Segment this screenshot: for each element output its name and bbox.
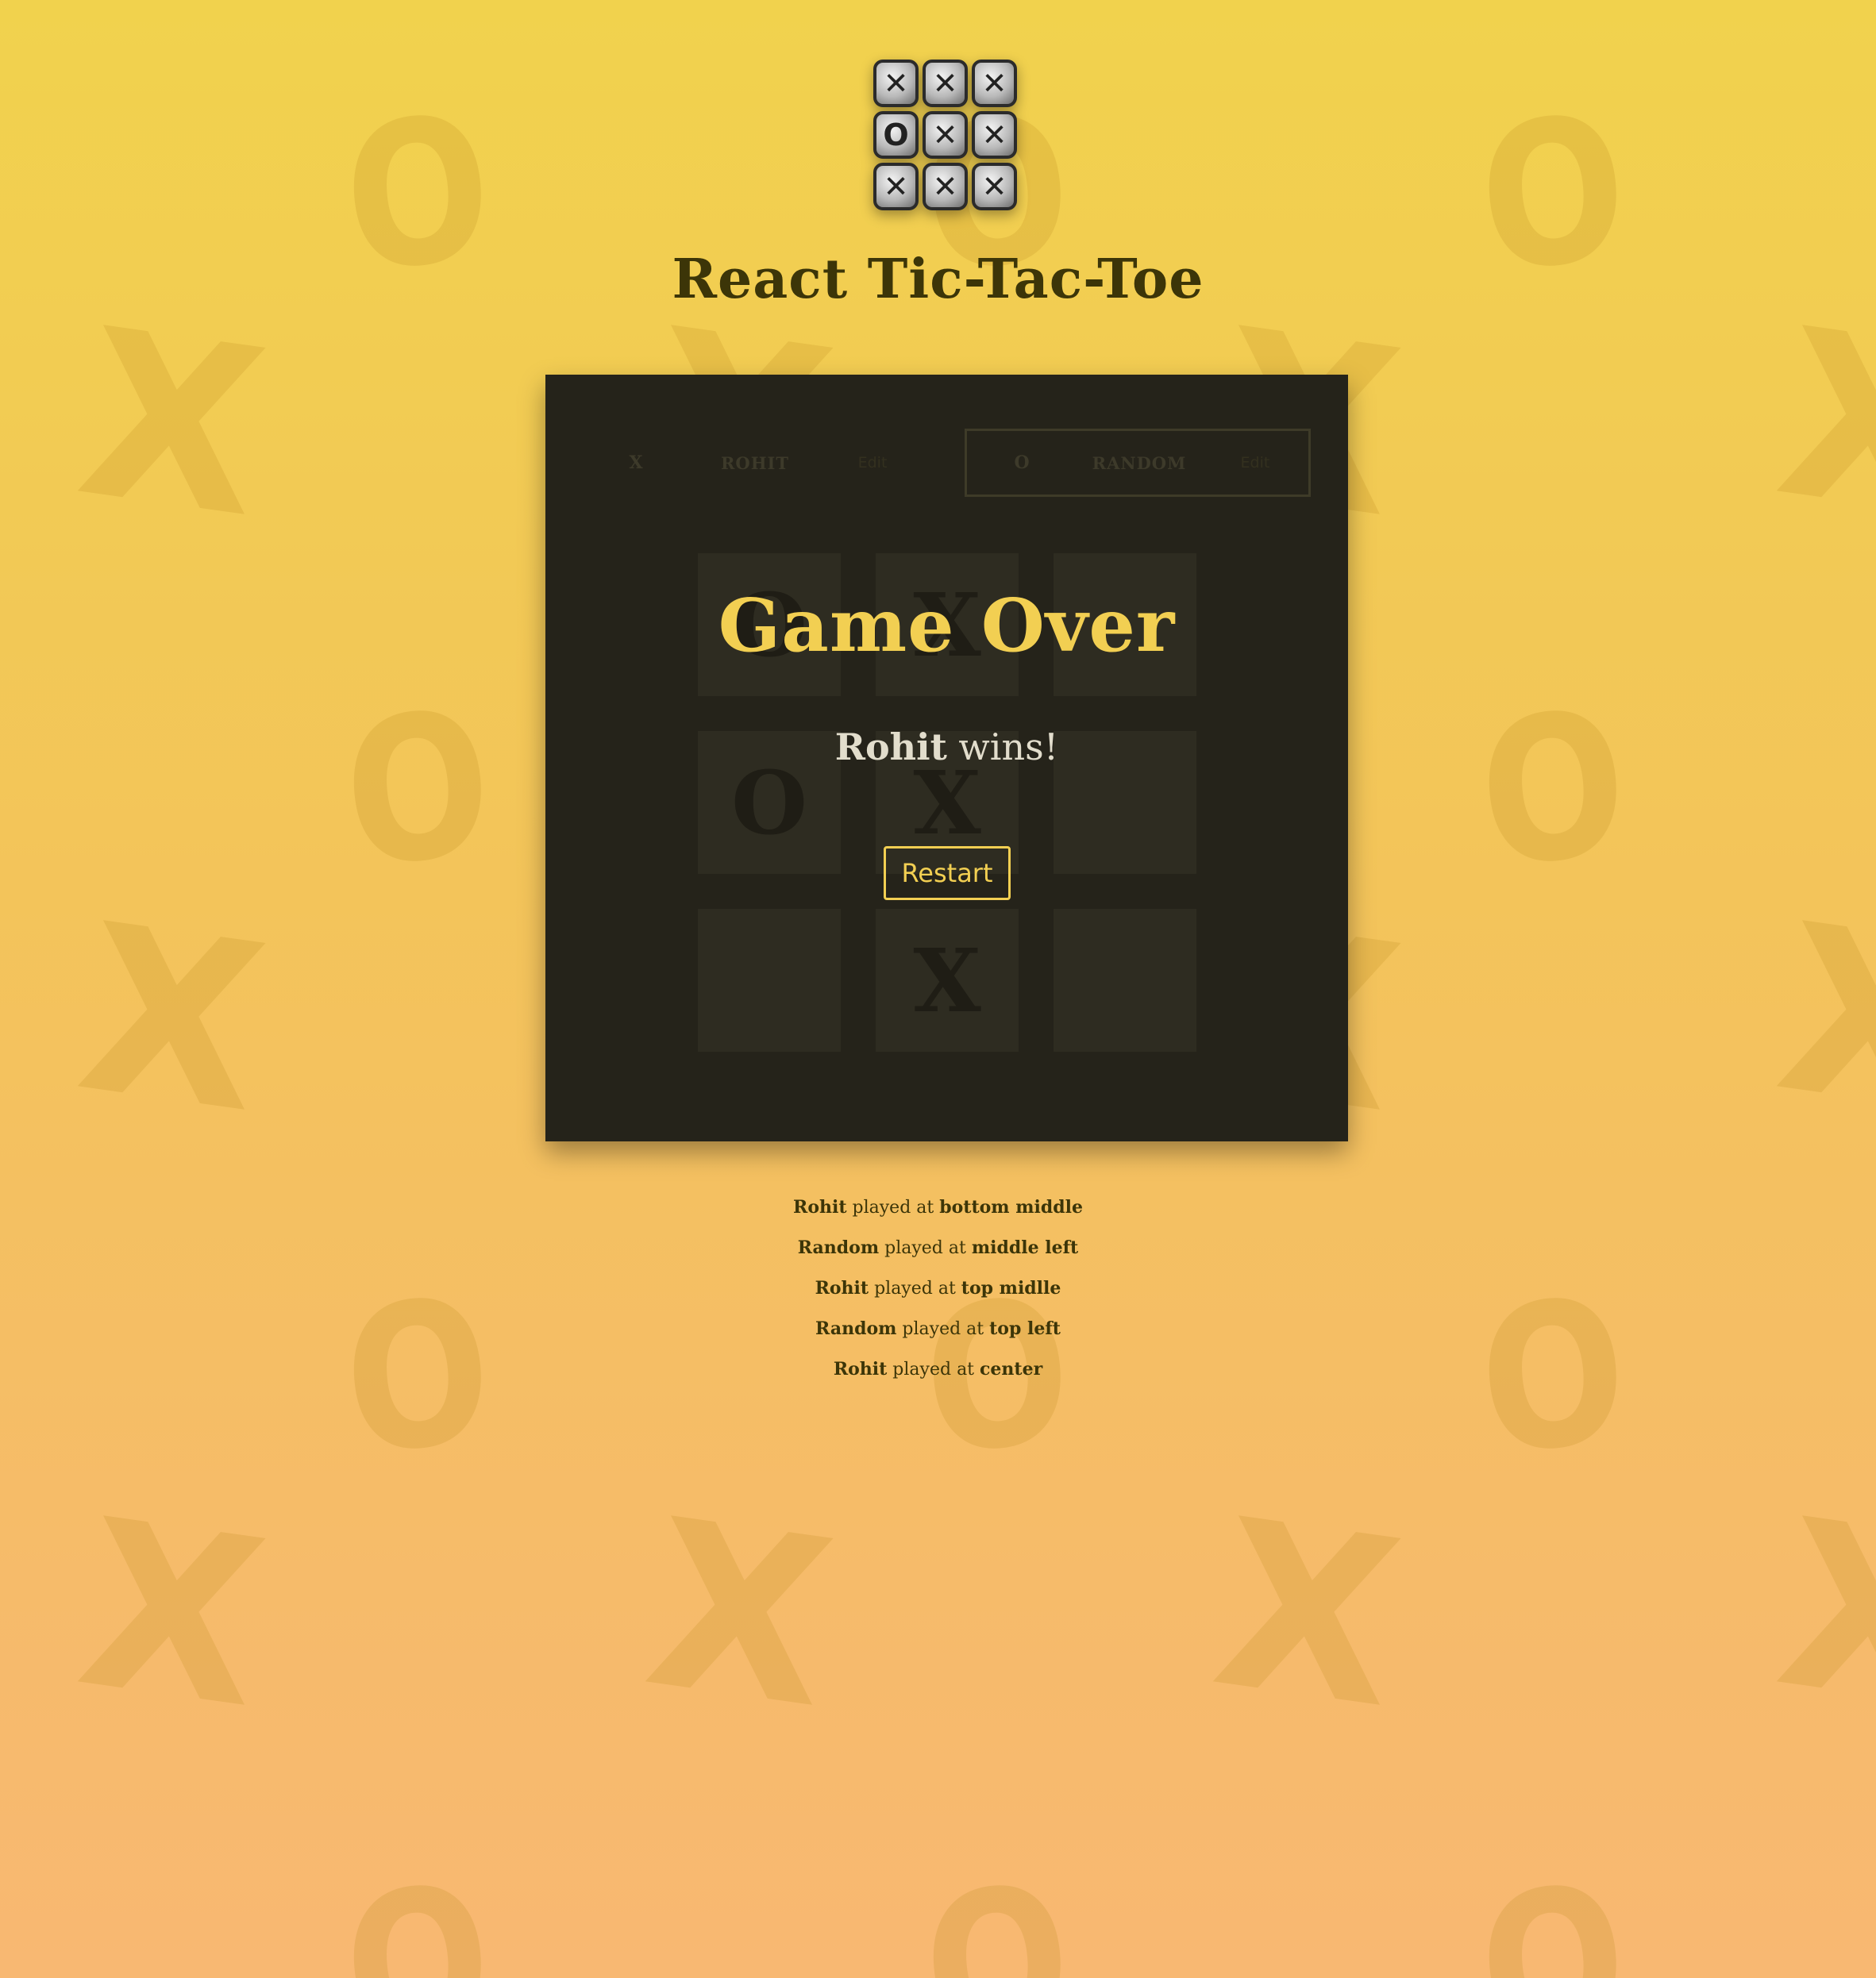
background-x-icon: X <box>1764 1470 1876 1760</box>
log-entry: Random played at top left <box>0 1316 1876 1357</box>
log-text: played at <box>869 1279 961 1299</box>
log-entry: Rohit played at bottom middle <box>0 1195 1876 1235</box>
game-over-title: Game Over <box>718 583 1176 668</box>
game-result: Rohit wins! <box>545 725 1348 768</box>
log-text: played at <box>887 1360 980 1380</box>
move-log: Rohit played at bottom middle Random pla… <box>0 1195 1876 1397</box>
page-title: React Tic-Tac-Toe <box>672 248 1204 311</box>
logo-tile-icon: ✕ <box>873 60 919 107</box>
logo-tile-icon: ✕ <box>923 163 968 210</box>
restart-button[interactable]: Restart <box>884 846 1011 900</box>
logo-tile-icon: ✕ <box>923 111 968 159</box>
background-x-icon: X <box>1200 1470 1415 1760</box>
logo-tile-icon: ✕ <box>972 111 1017 159</box>
log-player: Random <box>815 1318 897 1339</box>
background-x-icon: X <box>1764 279 1876 569</box>
log-text: played at <box>896 1319 990 1339</box>
log-position: middle left <box>971 1237 1079 1258</box>
log-entry: Random played at middle left <box>0 1235 1876 1276</box>
logo-tile-icon: ✕ <box>923 60 968 107</box>
log-position: center <box>980 1359 1043 1380</box>
background-x-icon: X <box>633 1470 847 1760</box>
background-o-icon: O <box>915 1840 1079 1978</box>
log-player: Rohit <box>815 1278 869 1299</box>
background-o-icon: O <box>1471 1840 1635 1978</box>
log-position: top left <box>989 1318 1061 1339</box>
log-position: bottom middle <box>939 1197 1083 1218</box>
log-entry: Rohit played at top midlle <box>0 1276 1876 1316</box>
logo: ✕ ✕ ✕ O ✕ ✕ ✕ ✕ ✕ <box>873 60 1020 218</box>
logo-tile-icon: ✕ <box>972 163 1017 210</box>
winner-name: Rohit <box>834 725 947 768</box>
background-o-icon: O <box>1471 665 1635 914</box>
log-text: played at <box>846 1198 940 1218</box>
logo-tile-icon: ✕ <box>972 60 1017 107</box>
log-position: top midlle <box>961 1278 1061 1299</box>
log-entry: Rohit played at center <box>0 1357 1876 1397</box>
logo-tile-icon: O <box>873 111 919 159</box>
log-player: Rohit <box>833 1359 888 1380</box>
logo-tile-icon: ✕ <box>873 163 919 210</box>
game-over-overlay: Game Over Rohit wins! Restart <box>545 375 1348 1141</box>
background-x-icon: X <box>65 279 279 569</box>
background-o-icon: O <box>336 1840 499 1978</box>
background-x-icon: X <box>1764 875 1876 1164</box>
log-player: Random <box>797 1237 880 1258</box>
background-x-icon: X <box>65 1470 279 1760</box>
log-text: played at <box>879 1238 972 1258</box>
game-container: X ROHIT Edit O RANDOM Edit O X O X X Gam… <box>545 375 1348 1141</box>
log-player: Rohit <box>793 1197 847 1218</box>
background-o-icon: O <box>336 665 499 914</box>
result-suffix: wins! <box>946 725 1059 768</box>
background-x-icon: X <box>65 875 279 1164</box>
